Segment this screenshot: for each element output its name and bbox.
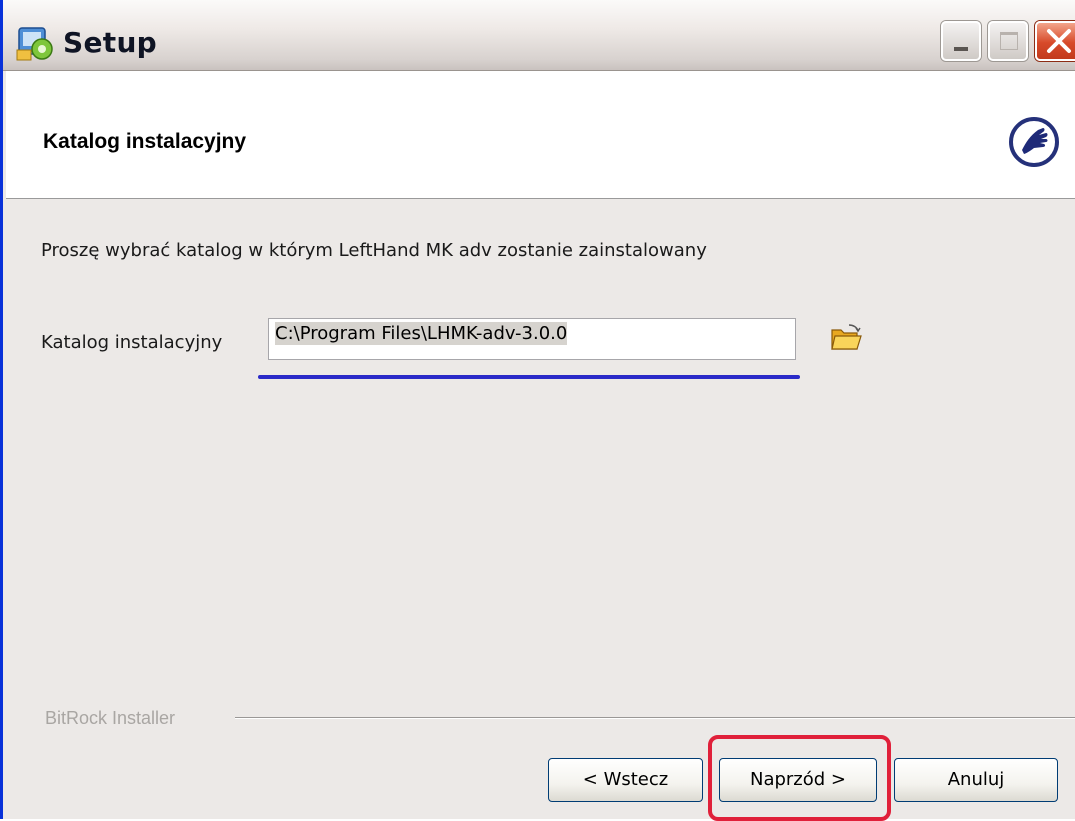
- directory-label: Katalog instalacyjny: [41, 332, 223, 353]
- maximize-icon: [1000, 32, 1018, 50]
- footer-divider: [235, 717, 1075, 719]
- pointing-hand-icon: [1009, 117, 1059, 167]
- close-icon: [1047, 29, 1071, 53]
- page-title: Katalog instalacyjny: [43, 130, 247, 153]
- minimize-icon: [954, 47, 968, 51]
- directory-value: C:\Program Files\LHMK-adv-3.0.0: [275, 322, 568, 345]
- setup-app-icon: [16, 27, 53, 61]
- footer-brand: BitRock Installer: [45, 708, 176, 728]
- setup-window: Setup Katalog instalacyjny Proszę wybrać…: [0, 0, 1075, 821]
- cancel-button[interactable]: Anuluj: [894, 758, 1058, 802]
- instruction-text: Proszę wybrać katalog w którym LeftHand …: [41, 240, 707, 261]
- close-button[interactable]: [1035, 21, 1075, 61]
- title-bar[interactable]: Setup: [3, 0, 1075, 71]
- window-title: Setup: [63, 26, 158, 59]
- header-panel: Katalog instalacyjny: [6, 71, 1075, 199]
- directory-input[interactable]: C:\Program Files\LHMK-adv-3.0.0: [268, 318, 796, 360]
- maximize-button[interactable]: [988, 21, 1028, 61]
- minimize-button[interactable]: [941, 21, 981, 61]
- folder-open-icon[interactable]: [829, 322, 863, 354]
- annotation-highlight: [708, 735, 891, 821]
- annotation-underline: [258, 375, 800, 379]
- back-button[interactable]: < Wstecz: [548, 758, 703, 802]
